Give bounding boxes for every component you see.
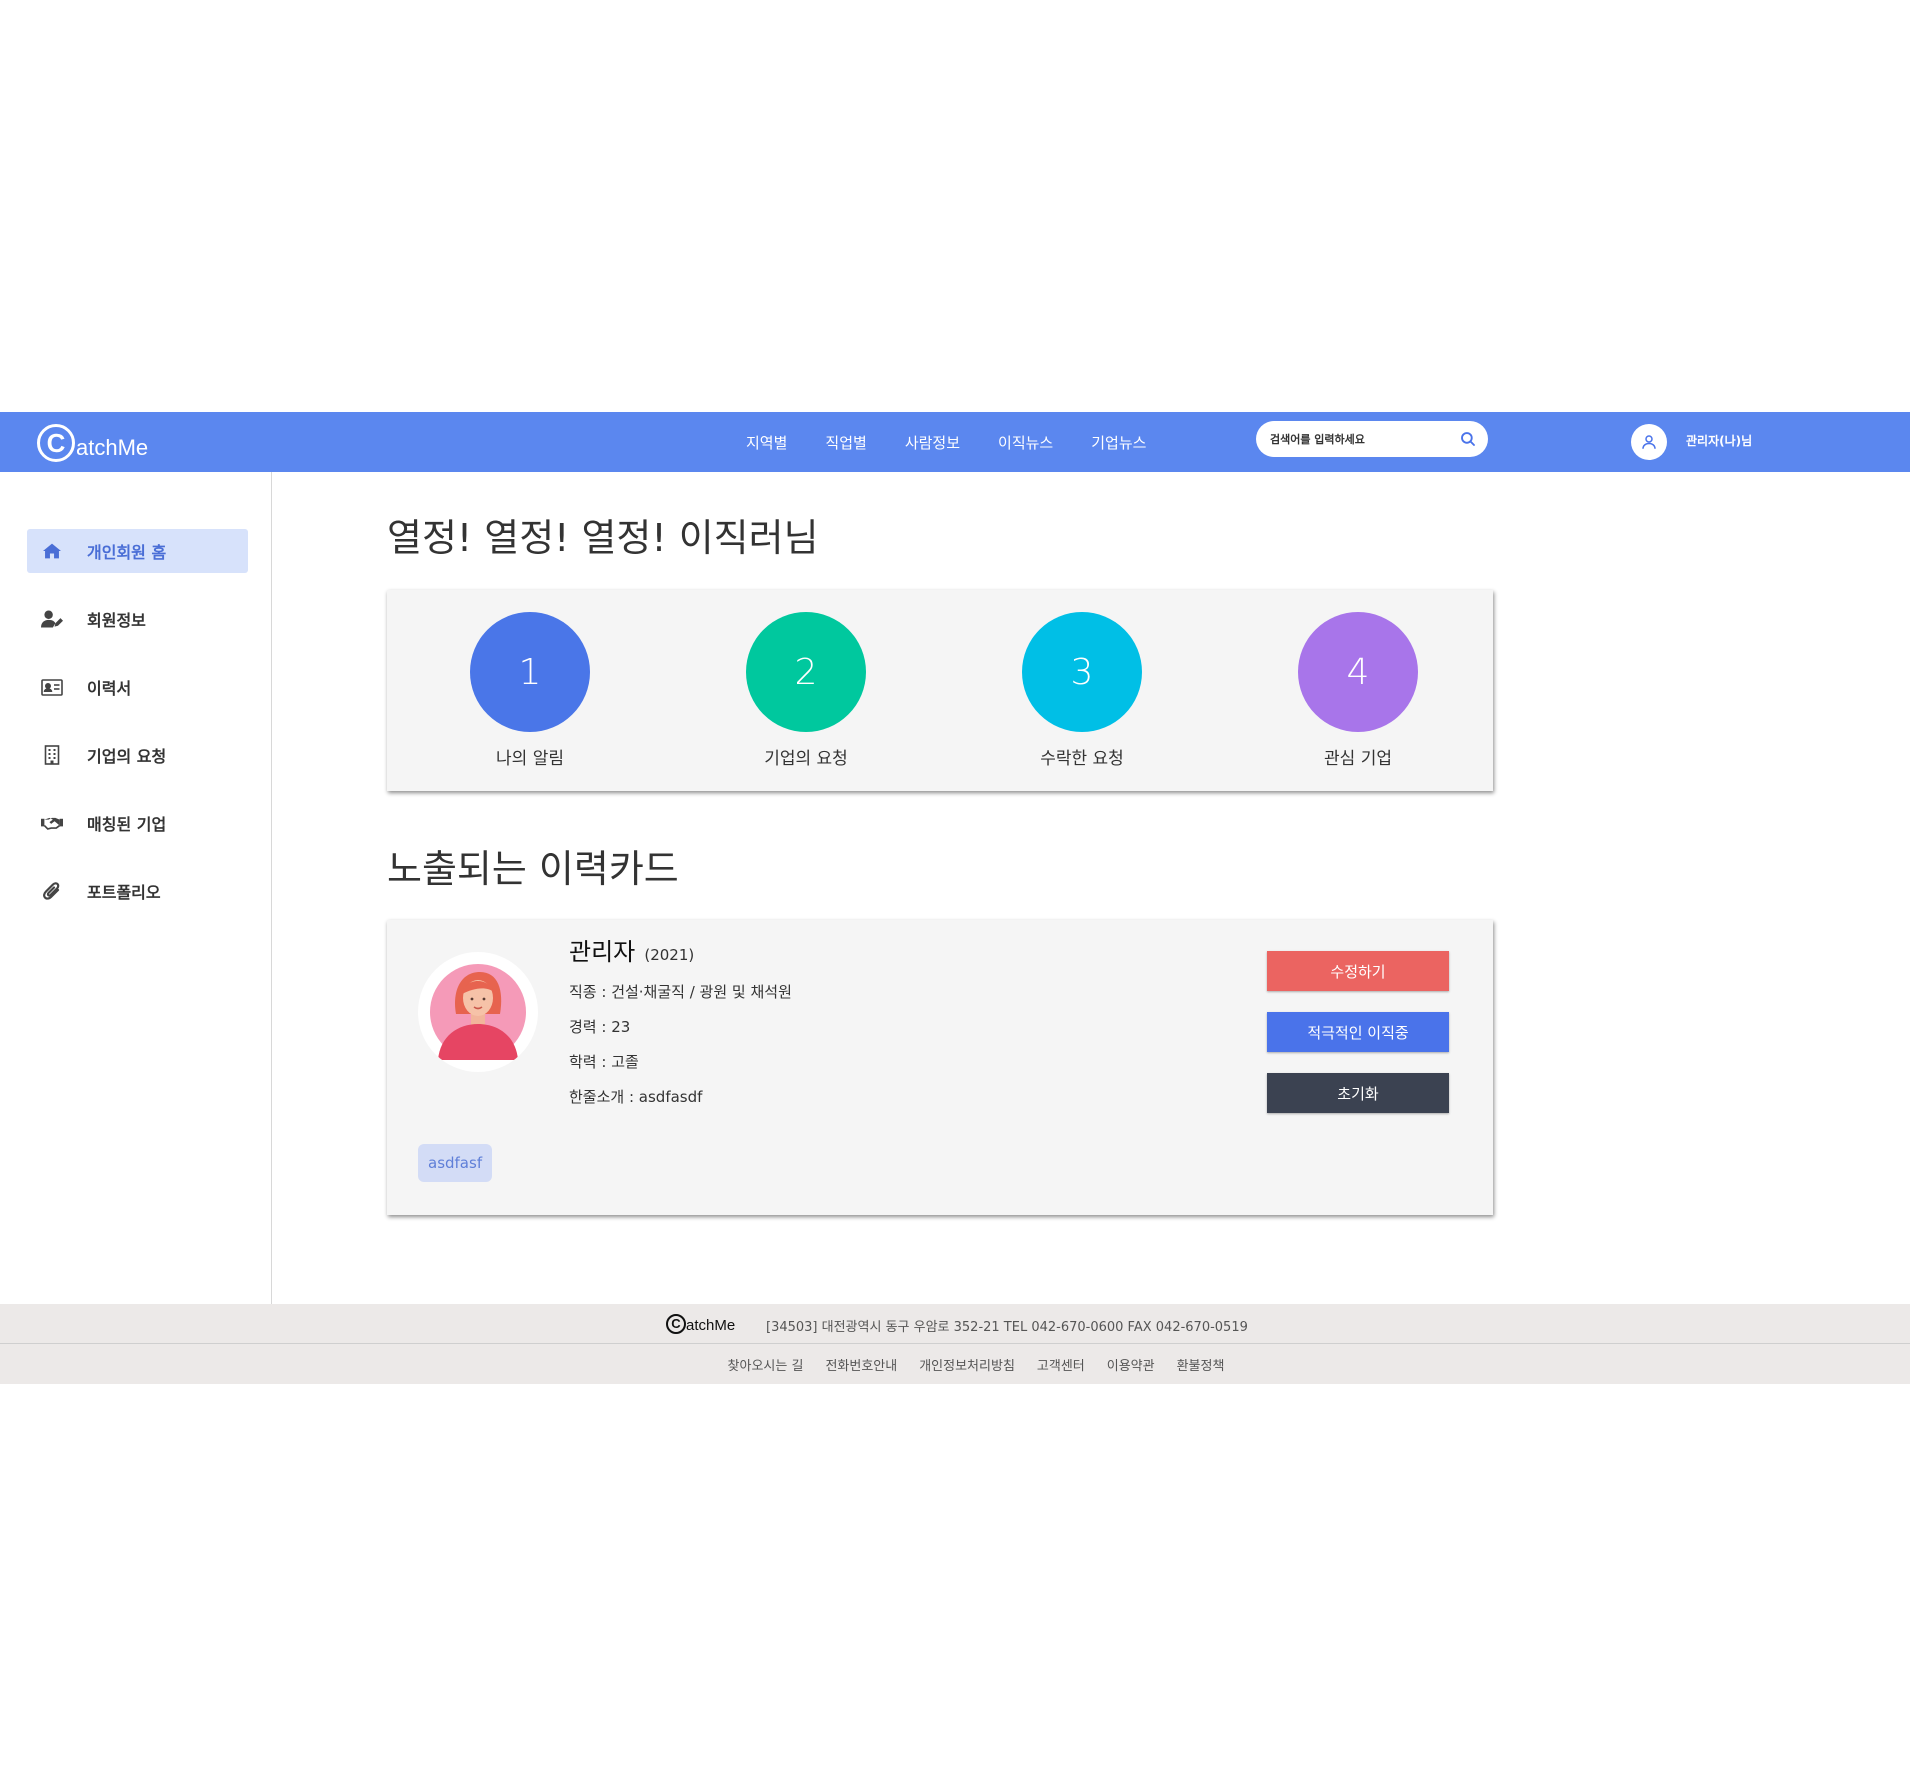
stat-company-requests: 2 기업의 요청 [731,612,881,769]
footer-link-refund[interactable]: 환불정책 [1177,1355,1225,1374]
main-nav: 지역별 직업별 사람정보 이직뉴스 기업뉴스 [746,412,1184,472]
sidebar-item-label: 포트폴리오 [87,883,161,902]
profile-avatar [418,952,538,1072]
catchme-logo[interactable]: C atchMe [37,421,148,465]
resume-career: 경력 : 23 [569,1018,631,1036]
resume-intro: 한줄소개 : asdfasdf [569,1088,703,1106]
skill-tag[interactable]: asdfasf [418,1144,493,1182]
sidebar-item-label: 회원정보 [87,611,146,630]
user-edit-icon [41,608,63,630]
stat-circle[interactable]: 1 [470,612,590,732]
footer-link-phone[interactable]: 전화번호안내 [825,1355,897,1374]
woman-avatar-icon [430,964,526,1060]
resume-info: 관리자 (2021) 직종 : 건설·채굴직 / 광원 및 채석원 경력 : 2… [569,932,792,1107]
sidebar-item-label: 이력서 [87,679,132,698]
footer-logo: C atchMe [666,1313,735,1334]
stat-label: 관심 기업 [1324,749,1392,769]
edit-button[interactable]: 수정하기 [1267,951,1449,991]
footer-info-row: C atchMe [34503] 대전광역시 동구 우암로 352-21 TEL… [0,1304,1910,1344]
resume-job: 직종 : 건설·채굴직 / 광원 및 채석원 [569,983,792,1001]
sidebar-item-home[interactable]: 개인회원 홈 [27,529,248,573]
footer-link-directions[interactable]: 찾아오시는 길 [728,1355,804,1374]
user-name[interactable]: 관리자(나)님 [1686,432,1752,449]
home-icon [41,540,63,562]
id-card-icon [41,676,63,698]
stat-label: 수락한 요청 [1040,749,1124,769]
footer-link-terms[interactable]: 이용약관 [1107,1355,1155,1374]
stat-circle[interactable]: 3 [1022,612,1142,732]
user-avatar[interactable] [1631,424,1667,460]
resume-card: 관리자 (2021) 직종 : 건설·채굴직 / 광원 및 채석원 경력 : 2… [387,920,1493,1215]
stat-accepted-requests: 3 수락한 요청 [1007,612,1157,769]
logo-c-mark: C [37,424,75,462]
stats-panel: 1 나의 알림 2 기업의 요청 3 수락한 요청 4 관심 기업 [387,590,1493,791]
reset-button[interactable]: 초기화 [1267,1073,1449,1113]
sidebar-item-member-info[interactable]: 회원정보 [27,597,248,641]
nav-item-job[interactable]: 직업별 [825,432,866,453]
resume-education: 학력 : 고졸 [569,1053,639,1071]
job-status-button[interactable]: 적극적인 이직중 [1267,1012,1449,1052]
paperclip-icon [41,880,63,902]
stat-label: 기업의 요청 [764,749,848,769]
footer-links: 찾아오시는 길 전화번호안내 개인정보처리방침 고객센터 이용약관 환불정책 [0,1344,1910,1384]
footer-address: [34503] 대전광역시 동구 우암로 352-21 TEL 042-670-… [766,1320,1248,1335]
handshake-icon [41,812,63,834]
stat-circle[interactable]: 4 [1298,612,1418,732]
search-box [1256,421,1488,457]
sidebar: 개인회원 홈 회원정보 이력서 기업의 요청 매칭된 기업 포트폴리오 [0,472,272,1304]
logo-text: atchMe [76,435,149,460]
sidebar-item-label: 매칭된 기업 [87,815,167,834]
nav-item-company-news[interactable]: 기업뉴스 [1091,432,1146,453]
user-icon [1642,435,1656,449]
stat-circle[interactable]: 2 [746,612,866,732]
nav-item-career-news[interactable]: 이직뉴스 [998,432,1053,453]
search-input[interactable] [1270,429,1450,449]
search-icon[interactable] [1459,430,1477,448]
sidebar-item-matched-companies[interactable]: 매칭된 기업 [27,801,248,845]
nav-item-people[interactable]: 사람정보 [905,432,960,453]
resume-year: (2021) [644,946,695,964]
footer: C atchMe [34503] 대전광역시 동구 우암로 352-21 TEL… [0,1304,1910,1384]
sidebar-item-resume[interactable]: 이력서 [27,665,248,709]
building-icon [41,744,63,766]
nav-item-region[interactable]: 지역별 [746,432,787,453]
sidebar-item-label: 기업의 요청 [87,747,167,766]
resume-name: 관리자 [569,938,636,966]
stat-interested-companies: 4 관심 기업 [1283,612,1433,769]
top-navbar: C atchMe 지역별 직업별 사람정보 이직뉴스 기업뉴스 관리자(나)님 [0,412,1910,472]
footer-link-privacy[interactable]: 개인정보처리방침 [919,1355,1015,1374]
sidebar-item-company-requests[interactable]: 기업의 요청 [27,733,248,777]
section-title-resume-card: 노출되는 이력카드 [387,847,679,891]
stat-notifications: 1 나의 알림 [455,612,605,769]
sidebar-item-portfolio[interactable]: 포트폴리오 [27,869,248,913]
footer-logo-mark: C [666,1313,686,1334]
sidebar-item-label: 개인회원 홈 [87,543,167,562]
footer-link-support[interactable]: 고객센터 [1037,1355,1085,1374]
resume-name-row: 관리자 (2021) [569,932,792,967]
stat-label: 나의 알림 [496,749,564,769]
footer-logo-text: atchMe [686,1317,736,1334]
page-title: 열정! 열정! 열정! 이직러님 [387,516,819,560]
